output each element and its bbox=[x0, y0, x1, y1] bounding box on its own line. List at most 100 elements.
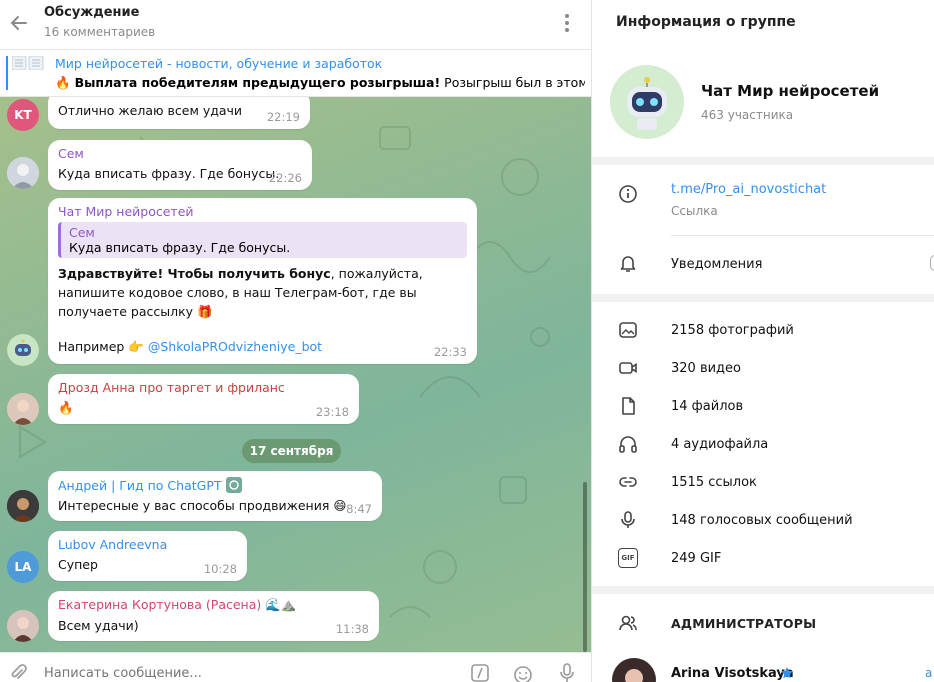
message-composer bbox=[0, 652, 591, 682]
notifications-toggle[interactable] bbox=[930, 255, 934, 271]
pinned-text-bold: Выплата победителям предыдущего розыгрыш… bbox=[74, 75, 441, 90]
message-text-bold: Здравствуйте! Чтобы получить бонус bbox=[58, 266, 331, 281]
message-bubble[interactable]: Андрей | Гид по ChatGPT Интересные у вас… bbox=[48, 471, 382, 521]
group-link-row[interactable]: t.me/Pro_ai_novostichat Ссылка bbox=[592, 165, 934, 235]
avatar[interactable]: KT bbox=[7, 99, 39, 131]
microphone-icon[interactable] bbox=[558, 663, 576, 682]
message-time: 8:47 bbox=[346, 502, 372, 516]
pinned-thumbnail-icon bbox=[12, 56, 44, 70]
chat-scrollbar[interactable] bbox=[583, 482, 587, 652]
pinned-channel-title: Мир нейросетей - новости, обучение и зар… bbox=[55, 56, 383, 71]
avatar[interactable]: LA bbox=[7, 551, 39, 583]
message-time: 23:18 bbox=[315, 405, 349, 419]
admin-role-label: a bbox=[925, 666, 933, 680]
emoji-icon[interactable] bbox=[513, 665, 533, 682]
robot-avatar-icon bbox=[7, 334, 39, 366]
message-author[interactable]: Сем bbox=[58, 146, 302, 161]
info-icon bbox=[619, 185, 637, 203]
robot-avatar-icon bbox=[610, 65, 684, 139]
message-bubble[interactable]: Сем Куда вписать фразу. Где бонусы. 22:2… bbox=[48, 140, 312, 190]
message-text: Отлично желаю всем удачи bbox=[58, 103, 243, 118]
avatar[interactable] bbox=[7, 490, 39, 522]
message-input[interactable] bbox=[44, 666, 444, 681]
quote-text: Куда вписать фразу. Где бонусы. bbox=[69, 240, 291, 255]
message-time: 22:19 bbox=[266, 110, 300, 124]
person-avatar-icon bbox=[7, 157, 39, 189]
group-info-title: Информация о группе bbox=[616, 14, 796, 30]
photo-icon bbox=[619, 322, 637, 338]
message-example: Например 👉 @ShkolaPROdvizheniye_bot bbox=[58, 337, 467, 356]
message-author[interactable]: Андрей | Гид по ChatGPT bbox=[58, 477, 372, 493]
bot-mention-link[interactable]: @ShkolaPROdvizheniye_bot bbox=[148, 339, 322, 354]
media-label: 320 видео bbox=[671, 361, 741, 376]
chat-messages[interactable]: KT Отлично желаю всем удачи 22:19 Сем Ку… bbox=[0, 97, 591, 652]
gif-icon: GIF bbox=[618, 548, 638, 568]
pinned-message[interactable]: Мир нейросетей - новости, обучение и зар… bbox=[0, 50, 591, 97]
message-author[interactable]: Чат Мир нейросетей bbox=[58, 204, 467, 219]
message-time: 22:33 bbox=[433, 345, 467, 359]
message-bubble[interactable]: Чат Мир нейросетей Сем Куда вписать фраз… bbox=[48, 198, 477, 364]
avatar[interactable] bbox=[7, 393, 39, 425]
example-label: Например 👉 bbox=[58, 339, 144, 354]
pinned-text: 🔥 Выплата победителям предыдущего розыгр… bbox=[55, 75, 585, 91]
video-icon bbox=[619, 362, 637, 374]
group-avatar[interactable] bbox=[610, 65, 684, 139]
message-author[interactable]: Lubov Andreevna bbox=[58, 537, 237, 552]
message-text: Интересные у вас способы продвижения 😄 bbox=[58, 498, 347, 513]
media-label: 249 GIF bbox=[671, 551, 722, 566]
chatgpt-logo-icon bbox=[225, 477, 242, 493]
pinned-indicator bbox=[6, 56, 8, 90]
group-card: Чат Мир нейросетей 463 участника bbox=[592, 50, 934, 157]
reply-quote[interactable]: Сем Куда вписать фразу. Где бонусы. bbox=[58, 222, 467, 258]
users-icon bbox=[619, 615, 637, 631]
message-text: Куда вписать фразу. Где бонусы. bbox=[58, 166, 280, 181]
admin-name[interactable]: Arina Visotskaya bbox=[671, 666, 794, 681]
message-bubble[interactable]: Отлично желаю всем удачи 22:19 bbox=[48, 97, 310, 129]
media-row-photos[interactable]: 2158 фотографий bbox=[592, 312, 934, 350]
group-link-section: t.me/Pro_ai_novostichat Ссылка Уведомлен… bbox=[592, 165, 934, 294]
media-row-files[interactable]: 14 файлов bbox=[592, 388, 934, 426]
avatar[interactable] bbox=[7, 610, 39, 642]
media-row-gif[interactable]: GIF 249 GIF bbox=[592, 540, 934, 578]
media-label: 2158 фотографий bbox=[671, 323, 794, 338]
discussion-title: Обсуждение bbox=[44, 5, 140, 20]
more-menu-icon[interactable] bbox=[558, 12, 576, 34]
message-time: 10:28 bbox=[203, 562, 237, 576]
shared-media-section: 2158 фотографий 320 видео 14 файлов 4 ау… bbox=[592, 302, 934, 586]
message-bubble[interactable]: Дрозд Анна про таргет и фриланс 🔥 23:18 bbox=[48, 374, 359, 424]
media-row-voice[interactable]: 148 голосовых сообщений bbox=[592, 502, 934, 540]
member-count: 463 участника bbox=[701, 108, 794, 122]
discussion-pane: Обсуждение 16 комментариев Мир нейросете… bbox=[0, 0, 592, 682]
message-text: Всем удачи) bbox=[58, 618, 139, 633]
pinned-fire-emoji: 🔥 bbox=[55, 75, 71, 90]
media-row-videos[interactable]: 320 видео bbox=[592, 350, 934, 388]
group-link[interactable]: t.me/Pro_ai_novostichat bbox=[671, 182, 826, 197]
message-author[interactable]: Екатерина Кортунова (Расена) 🌊⛰️ bbox=[58, 597, 369, 613]
paperclip-icon[interactable] bbox=[8, 663, 28, 682]
date-separator: 17 сентября bbox=[242, 439, 341, 463]
pinned-text-rest: Розыгрыш был в этом п... bbox=[444, 75, 585, 90]
file-icon bbox=[622, 397, 635, 415]
bot-commands-icon[interactable] bbox=[470, 663, 490, 682]
quote-author: Сем bbox=[69, 225, 95, 240]
message-time: 11:38 bbox=[335, 622, 369, 636]
bell-icon bbox=[620, 256, 636, 272]
back-arrow-icon[interactable] bbox=[8, 12, 30, 34]
message-author[interactable]: Дрозд Анна про таргет и фриланс bbox=[58, 380, 349, 395]
avatar[interactable] bbox=[7, 334, 39, 366]
administrators-title: АДМИНИСТРАТОРЫ bbox=[671, 616, 817, 631]
person-avatar-icon bbox=[7, 393, 39, 425]
media-row-audio[interactable]: 4 аудиофайла bbox=[592, 426, 934, 464]
avatar[interactable] bbox=[7, 157, 39, 189]
link-icon bbox=[619, 477, 637, 487]
message-bubble[interactable]: Екатерина Кортунова (Расена) 🌊⛰️ Всем уд… bbox=[48, 591, 379, 641]
group-info-panel: Информация о группе Чат Мир нейросетей 4… bbox=[592, 0, 934, 682]
notifications-row[interactable]: Уведомления bbox=[592, 236, 934, 294]
group-link-label: Ссылка bbox=[671, 204, 718, 218]
star-icon bbox=[781, 667, 793, 679]
media-row-links[interactable]: 1515 ссылок bbox=[592, 464, 934, 502]
person-avatar-icon bbox=[7, 490, 39, 522]
person-avatar-icon bbox=[7, 610, 39, 642]
message-text: 🔥 bbox=[58, 400, 74, 415]
message-bubble[interactable]: Lubov Andreevna Супер 10:28 bbox=[48, 531, 247, 581]
